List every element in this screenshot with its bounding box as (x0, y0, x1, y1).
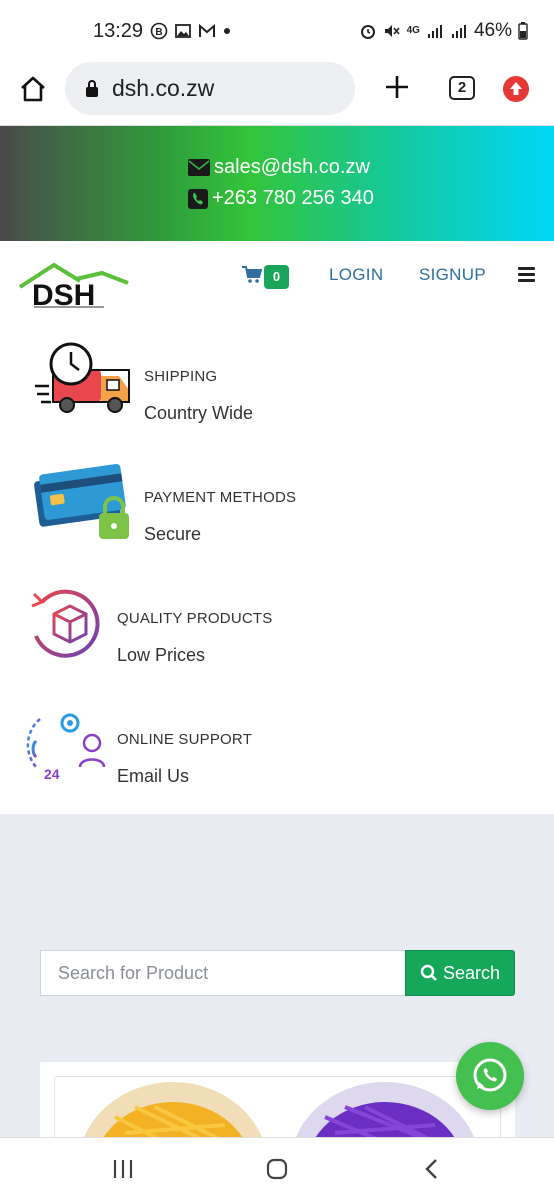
login-link[interactable]: LOGIN (329, 265, 383, 285)
feature-title: SHIPPING (144, 368, 218, 385)
home-nav-icon[interactable] (266, 1158, 288, 1180)
signup-link[interactable]: SIGNUP (419, 265, 486, 285)
feature-quality: QUALITY PRODUCTS Low Prices (0, 578, 554, 698)
search-button-label: Search (442, 962, 501, 983)
cart-count-badge[interactable]: 0 (264, 265, 289, 289)
browser-toolbar: dsh.co.zw 2 (0, 60, 554, 126)
svg-text:B: B (155, 27, 162, 38)
feature-subtitle: Country Wide (144, 403, 254, 423)
support-24-icon: 24 (26, 713, 106, 782)
update-icon[interactable] (503, 76, 529, 102)
home-icon[interactable] (18, 74, 48, 104)
hamburger-menu-icon[interactable] (518, 267, 535, 282)
feature-title: ONLINE SUPPORT (117, 731, 253, 748)
system-status: 4G 46% (359, 20, 528, 42)
contact-phone[interactable]: +263 780 256 340 (188, 187, 374, 210)
feature-subtitle: Secure (144, 524, 202, 544)
feature-support: 24 ONLINE SUPPORT Email Us (0, 699, 554, 819)
signal-2-icon (451, 25, 466, 38)
notification-icons: B (150, 22, 232, 40)
contact-banner (0, 126, 554, 241)
feature-subtitle: Low Prices (117, 645, 206, 665)
feature-shipping: SHIPPING Country Wide (0, 336, 554, 456)
credit-card-lock-icon (34, 464, 129, 539)
system-navigation-bar (0, 1137, 554, 1200)
status-bar: 13:29 B 4G 46% (0, 0, 554, 60)
phone-text: +263 780 256 340 (212, 187, 374, 209)
back-icon[interactable] (424, 1158, 440, 1180)
tab-switcher-button[interactable]: 2 (449, 76, 475, 100)
alarm-icon (360, 25, 375, 39)
mute-icon (384, 25, 400, 37)
site-header: DSH 0 LOGIN SIGNUP (0, 241, 554, 316)
search-icon (420, 964, 437, 981)
status-time: 13:29 (93, 20, 144, 42)
recents-icon[interactable] (112, 1158, 134, 1180)
feature-subtitle: Email Us (117, 766, 190, 786)
svg-text:24: 24 (44, 766, 60, 782)
url-text: dsh.co.zw (112, 75, 215, 101)
gallery-icon (175, 24, 191, 38)
product-search-form: Search (40, 950, 515, 996)
feature-title: QUALITY PRODUCTS (117, 610, 273, 627)
dot-icon (224, 28, 230, 34)
signal-icon (427, 25, 442, 38)
b-notification-icon: B (150, 22, 168, 40)
envelope-icon (188, 159, 210, 176)
phone-icon (188, 188, 208, 209)
email-text: sales@dsh.co.zw (214, 156, 370, 178)
delivery-truck-icon (35, 342, 130, 413)
whatsapp-icon (473, 1058, 507, 1092)
feature-payment: PAYMENT METHODS Secure (0, 457, 554, 577)
search-input[interactable] (40, 950, 406, 996)
address-bar[interactable]: dsh.co.zw (65, 62, 355, 115)
cart-icon[interactable] (242, 266, 262, 284)
feature-title: PAYMENT METHODS (144, 489, 297, 506)
lock-icon (86, 80, 98, 97)
contact-email[interactable]: sales@dsh.co.zw (188, 156, 370, 179)
dsh-logo[interactable]: DSH (18, 259, 130, 312)
battery-icon (518, 22, 528, 40)
features-section: SHIPPING Country Wide PAYMENT METHODS Se… (0, 316, 554, 814)
search-button[interactable]: Search (405, 950, 515, 996)
new-tab-icon[interactable] (383, 73, 411, 101)
battery-percent: 46% (473, 20, 512, 41)
network-type: 4G (406, 25, 420, 36)
whatsapp-chat-button[interactable] (456, 1042, 524, 1110)
gmail-icon (199, 23, 215, 37)
return-box-icon (31, 589, 100, 658)
